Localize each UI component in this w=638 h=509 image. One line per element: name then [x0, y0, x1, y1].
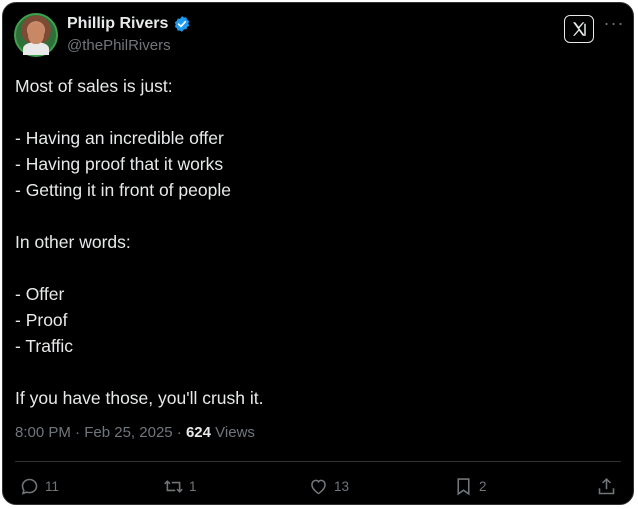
retweet-icon	[164, 480, 183, 493]
avatar-face	[28, 24, 44, 44]
tweet-line: - Offer	[15, 284, 65, 304]
avatar[interactable]	[14, 13, 58, 57]
tweet-line	[15, 359, 615, 385]
x-logo-glyph	[573, 22, 586, 36]
more-icon[interactable]: ···	[603, 14, 625, 35]
tweet-line: - Getting it in front of people	[15, 180, 231, 200]
tweet-date[interactable]: Feb 25, 2025	[84, 424, 172, 441]
views-label: Views	[215, 424, 255, 441]
x-logo-icon[interactable]	[564, 15, 594, 43]
tweet-line	[15, 255, 615, 281]
tweet-line: - Traffic	[15, 336, 74, 356]
author-name[interactable]: Phillip Rivers	[67, 15, 168, 33]
bookmark-count: 2	[479, 479, 487, 494]
tweet-line: If you have those, you'll crush it.	[15, 388, 264, 408]
meta-separator: ·	[176, 424, 186, 441]
share-button[interactable]	[596, 476, 617, 497]
tweet-line: In other words:	[15, 232, 131, 252]
share-icon	[598, 477, 615, 495]
meta-separator: ·	[75, 424, 85, 441]
reply-icon	[21, 478, 38, 495]
tweet-line	[15, 99, 615, 125]
reply-count: 11	[45, 479, 60, 494]
bookmark-icon	[457, 478, 470, 496]
tweet-time[interactable]: 8:00 PM	[15, 424, 71, 441]
tweet-meta: 8:00 PM · Feb 25, 2025 · 624 Views	[15, 424, 255, 441]
like-count: 13	[334, 479, 350, 494]
tweet-line	[15, 203, 615, 229]
like-icon	[311, 479, 326, 495]
tweet-line: - Having proof that it works	[15, 154, 224, 174]
verified-badge-icon	[175, 16, 190, 32]
views-count: 624	[185, 424, 211, 441]
tweet-line: - Proof	[15, 310, 68, 330]
divider	[15, 461, 621, 462]
tweet-line: Most of sales is just:	[15, 76, 173, 96]
retweet-count: 1	[189, 479, 197, 494]
author-name-row: Phillip Rivers	[67, 15, 191, 33]
bookmark-button[interactable]: 2	[453, 476, 487, 497]
tweet-text: Most of sales is just: - Having an incre…	[15, 73, 615, 411]
like-button[interactable]: 13	[308, 476, 349, 497]
tweet-line: - Having an incredible offer	[15, 128, 224, 148]
retweet-button[interactable]: 1	[163, 476, 197, 497]
tweet-card: Phillip Rivers @thePhilRivers ··· Most o…	[2, 2, 634, 505]
reply-button[interactable]: 11	[19, 476, 59, 497]
author-handle[interactable]: @thePhilRivers	[67, 37, 171, 54]
action-bar: 11 1 13 2	[3, 476, 635, 502]
